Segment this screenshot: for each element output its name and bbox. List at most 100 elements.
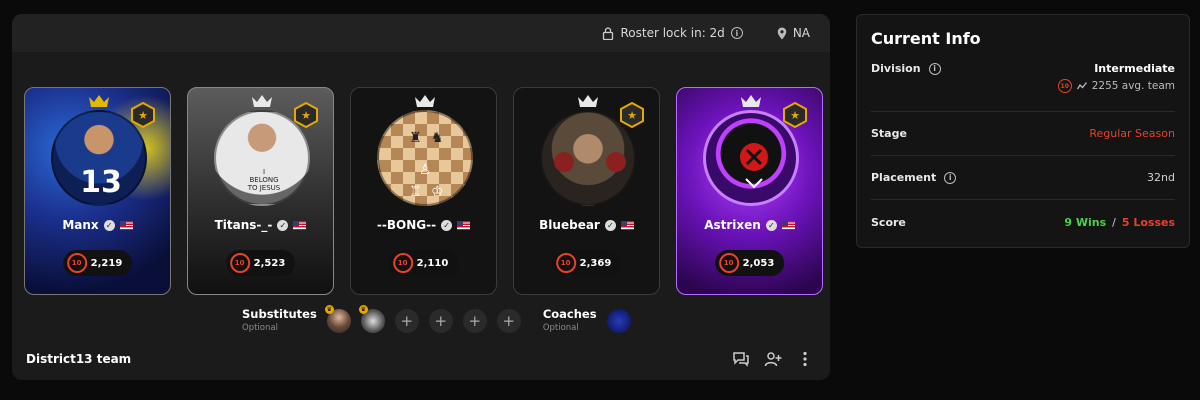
player-name-row: Titans-_- ✓ bbox=[188, 218, 333, 232]
rank-badge-icon: ★ bbox=[131, 102, 155, 128]
stage-label: Stage bbox=[871, 127, 907, 140]
elo-badge: 10 2,523 bbox=[225, 250, 296, 276]
region: NA bbox=[777, 26, 810, 40]
info-icon[interactable]: i bbox=[928, 62, 941, 75]
score-label: Score bbox=[871, 215, 906, 229]
verified-icon: ✓ bbox=[277, 219, 289, 231]
crown-icon bbox=[578, 95, 598, 107]
svg-text:♙: ♙ bbox=[419, 162, 432, 178]
player-card[interactable]: ♜ ♞ ♙ ♖ ♔ --BONG-- ✓ 10 2,110 bbox=[350, 87, 497, 295]
us-flag-icon bbox=[293, 220, 307, 230]
svg-text:♞: ♞ bbox=[431, 130, 444, 146]
placement-value: 32nd bbox=[1147, 171, 1175, 184]
add-substitute-button[interactable]: + bbox=[428, 309, 453, 333]
info-icon[interactable]: i bbox=[944, 171, 957, 184]
us-flag-icon bbox=[620, 220, 634, 230]
elo-value: 2,053 bbox=[742, 257, 775, 269]
player-card[interactable]: 13 ★ Manx ✓ 10 2,219 bbox=[24, 87, 171, 295]
rank-badge-icon: ★ bbox=[294, 102, 318, 128]
team-panel: Roster lock in: 2d i NA 13 ★ Manx ✓ 10 2… bbox=[12, 14, 830, 380]
crown-icon bbox=[741, 95, 761, 107]
stage-value: Regular Season bbox=[1089, 127, 1175, 140]
svg-text:★: ★ bbox=[138, 109, 148, 122]
svg-text:13: 13 bbox=[80, 165, 122, 200]
verified-icon: ✓ bbox=[604, 219, 616, 231]
player-name[interactable]: Bluebear bbox=[539, 218, 600, 232]
avg-team-elo: 10 2255 avg. team bbox=[1057, 79, 1175, 93]
player-card[interactable]: ★ Bluebear ✓ 10 2,369 bbox=[513, 87, 660, 295]
chat-icon[interactable] bbox=[732, 350, 750, 368]
skill-level-icon: 10 bbox=[392, 253, 413, 273]
svg-text:TO JESUS: TO JESUS bbox=[247, 184, 281, 192]
add-substitute-button[interactable]: + bbox=[496, 309, 521, 333]
team-header-bar: Roster lock in: 2d i NA bbox=[12, 14, 830, 52]
verified-icon: ✓ bbox=[103, 219, 115, 231]
player-name[interactable]: Titans-_- bbox=[215, 218, 273, 232]
skill-level-icon: 10 bbox=[555, 253, 576, 273]
player-name-row: --BONG-- ✓ bbox=[351, 218, 496, 232]
player-card[interactable]: ★ Astrixen ✓ 10 2,053 bbox=[676, 87, 823, 295]
rank-badge-icon: ★ bbox=[783, 102, 807, 128]
player-name[interactable]: --BONG-- bbox=[377, 218, 436, 232]
svg-text:★: ★ bbox=[301, 109, 311, 122]
svg-text:I: I bbox=[263, 168, 265, 176]
coach-avatar[interactable] bbox=[606, 309, 631, 333]
player-name-row: Bluebear ✓ bbox=[514, 218, 659, 232]
team-name: District13 team bbox=[26, 352, 132, 366]
avatar: ♜ ♞ ♙ ♖ ♔ bbox=[377, 110, 473, 206]
verified-icon: ✓ bbox=[765, 219, 777, 231]
score-row: Score 9 Wins / 5 Losses bbox=[871, 200, 1175, 244]
skill-level-icon: 10 bbox=[229, 253, 250, 273]
svg-text:BELONG: BELONG bbox=[249, 176, 278, 184]
svg-text:♔: ♔ bbox=[431, 184, 444, 200]
player-cards: 13 ★ Manx ✓ 10 2,219 I BELONG TO JESUS ★ T… bbox=[24, 87, 823, 295]
svg-text:★: ★ bbox=[627, 109, 637, 122]
coaches-label: Coaches Optional bbox=[542, 307, 597, 333]
player-card[interactable]: I BELONG TO JESUS ★ Titans-_- ✓ 10 2,523 bbox=[187, 87, 334, 295]
roster-lock-text: Roster lock in: 2d bbox=[620, 26, 725, 40]
elo-badge: 10 2,219 bbox=[62, 250, 133, 276]
score-separator: / bbox=[1112, 215, 1116, 229]
substitute-avatar[interactable]: ♛ bbox=[324, 305, 351, 333]
player-name-row: Manx ✓ bbox=[25, 218, 170, 232]
current-info-panel: Current Info Division i Intermediate 10 … bbox=[856, 14, 1190, 248]
elo-value: 2,523 bbox=[253, 257, 286, 269]
losses: 5 Losses bbox=[1121, 215, 1175, 229]
stage-row: Stage Regular Season bbox=[871, 112, 1175, 156]
add-substitute-button[interactable]: + bbox=[394, 309, 419, 333]
skill-level-icon: 10 bbox=[718, 253, 739, 273]
us-flag-icon bbox=[119, 220, 133, 230]
location-pin-icon bbox=[777, 27, 787, 39]
elo-badge: 10 2,369 bbox=[551, 250, 622, 276]
add-substitute-button[interactable]: + bbox=[462, 309, 487, 333]
player-name-row: Astrixen ✓ bbox=[677, 218, 822, 232]
division-label: Division i bbox=[871, 62, 941, 75]
us-flag-icon bbox=[781, 220, 795, 230]
substitutes-coaches-row: Substitutes Optional ♛ ♛ + + + + Coaches… bbox=[242, 305, 631, 335]
chess-board-image: ♜ ♞ ♙ ♖ ♔ bbox=[409, 130, 444, 200]
info-icon[interactable]: i bbox=[730, 27, 743, 39]
crown-icon: ♛ bbox=[358, 305, 368, 314]
wins: 9 Wins bbox=[1064, 215, 1107, 229]
lock-icon bbox=[603, 26, 614, 40]
division-row: Division i Intermediate 10 2255 avg. tea… bbox=[871, 60, 1175, 112]
add-user-icon[interactable] bbox=[764, 350, 782, 368]
player-name[interactable]: Astrixen bbox=[704, 218, 761, 232]
crown-icon bbox=[415, 95, 435, 107]
crown-icon bbox=[89, 95, 109, 107]
placement-label: Placement i bbox=[871, 171, 957, 184]
team-actions bbox=[732, 350, 814, 368]
svg-text:★: ★ bbox=[790, 109, 800, 122]
substitute-avatar[interactable]: ♛ bbox=[358, 305, 385, 333]
elo-value: 2,110 bbox=[416, 257, 449, 269]
placement-row: Placement i 32nd bbox=[871, 156, 1175, 200]
roster-lock: Roster lock in: 2d i bbox=[602, 26, 743, 40]
elo-value: 2,369 bbox=[579, 257, 612, 269]
svg-text:♖: ♖ bbox=[409, 184, 422, 200]
more-options-icon[interactable] bbox=[796, 350, 814, 368]
trend-icon bbox=[1076, 82, 1087, 90]
crown-icon: ♛ bbox=[324, 305, 334, 314]
player-name[interactable]: Manx bbox=[62, 218, 98, 232]
region-text: NA bbox=[792, 26, 810, 40]
rank-badge-icon: ★ bbox=[620, 102, 644, 128]
